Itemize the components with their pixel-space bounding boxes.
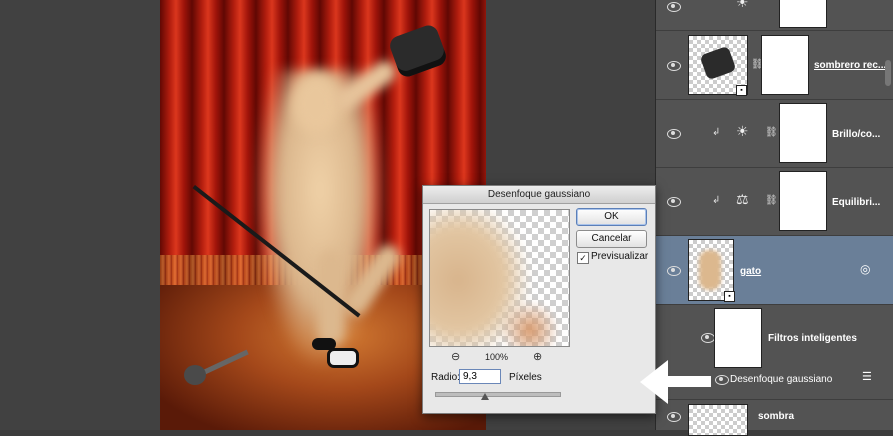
radius-unit: Píxeles — [509, 372, 542, 383]
panel-scrollbar[interactable] — [885, 60, 891, 86]
gaussian-blur-dialog: Desenfoque gaussiano OK Cancelar ✓ Previ… — [422, 185, 656, 414]
layer-name[interactable]: sombra — [758, 411, 794, 422]
chain-link-icon[interactable]: ⛓ — [765, 127, 778, 138]
chain-link-icon[interactable]: ⛓ — [765, 195, 778, 206]
layer-name[interactable]: sombrero rec... — [814, 60, 886, 71]
layer-name[interactable]: Filtros inteligentes — [768, 333, 857, 344]
eye-icon[interactable] — [666, 197, 681, 207]
eye-icon[interactable] — [666, 412, 681, 422]
layer-row-sombra[interactable]: sombra — [656, 400, 893, 436]
layer-name[interactable]: gato — [740, 266, 761, 277]
filter-preview[interactable] — [429, 209, 570, 347]
preview-checkbox-label[interactable]: Previsualizar — [591, 251, 648, 262]
layer-row-equilibrio[interactable]: ↲ ⚖ ⛓ Equilibri... — [656, 168, 893, 236]
balance-scale-icon[interactable]: ⚖ — [736, 191, 749, 208]
radius-slider[interactable] — [435, 392, 561, 397]
zoom-out-icon[interactable]: ⊖ — [451, 350, 460, 363]
radius-slider-thumb[interactable] — [480, 393, 489, 400]
eye-icon[interactable] — [666, 129, 681, 139]
preview-checkbox[interactable]: ✓ — [577, 252, 589, 264]
eye-icon[interactable] — [700, 333, 715, 343]
layers-panel: ☀ ▪ ⛓ sombrero rec... ↲ ☀ ⛓ Brillo/co...… — [655, 0, 893, 436]
layer-name[interactable]: Brillo/co... — [832, 129, 880, 140]
hat-thumbnail-icon — [699, 45, 737, 81]
ok-button[interactable]: OK — [576, 208, 647, 226]
layer-row-filtros-inteligentes[interactable]: Filtros inteligentes — [656, 305, 893, 371]
eye-icon[interactable] — [666, 266, 681, 276]
clipping-arrow-icon: ↲ — [712, 127, 721, 138]
brightness-icon: ☀ — [736, 0, 749, 10]
microphone — [184, 365, 206, 385]
brightness-icon[interactable]: ☀ — [736, 123, 749, 140]
preview-blur-content — [500, 300, 560, 346]
eye-icon[interactable] — [714, 375, 729, 385]
annotation-arrow-icon — [640, 360, 668, 404]
cat-thumbnail-icon — [699, 250, 721, 290]
smart-filter-mask-thumbnail[interactable] — [714, 308, 762, 368]
layer-mask-thumbnail[interactable] — [779, 103, 827, 163]
layer-row-gato[interactable]: ▪ gato ◎ — [656, 236, 893, 305]
dialog-title[interactable]: Desenfoque gaussiano — [423, 186, 655, 204]
layer-thumbnail[interactable] — [688, 404, 748, 436]
zoom-in-icon[interactable]: ⊕ — [533, 350, 542, 363]
cat-head — [292, 74, 340, 134]
layer-name[interactable]: Equilibri... — [832, 197, 880, 208]
layer-mask-thumbnail[interactable] — [779, 171, 827, 231]
annotation-arrow-shaft — [665, 376, 711, 387]
clipping-arrow-icon: ↲ — [712, 195, 721, 206]
smart-object-badge-icon: ▪ — [724, 291, 735, 302]
layer-row-brillo[interactable]: ↲ ☀ ⛓ Brillo/co... — [656, 100, 893, 168]
smart-filter-icon[interactable]: ◎ — [860, 262, 870, 276]
zoom-level: 100% — [485, 352, 509, 362]
cancel-button[interactable]: Cancelar — [576, 230, 647, 248]
layer-mask-thumbnail[interactable] — [761, 35, 809, 95]
filter-options-icon[interactable]: ☰ — [862, 370, 872, 383]
filter-name[interactable]: Desenfoque gaussiano — [730, 374, 832, 385]
radius-label: Radio: — [431, 372, 460, 383]
layer-mask-thumbnail[interactable] — [779, 0, 827, 28]
layer-row-adjustment-top[interactable]: ☀ — [656, 0, 893, 31]
radius-input[interactable] — [459, 369, 501, 384]
eye-icon[interactable] — [666, 61, 681, 71]
eye-icon[interactable] — [666, 2, 681, 12]
shoe-white — [327, 348, 359, 368]
smart-object-badge-icon: ▪ — [736, 85, 747, 96]
layer-row-sombrero[interactable]: ▪ ⛓ sombrero rec... — [656, 31, 893, 100]
